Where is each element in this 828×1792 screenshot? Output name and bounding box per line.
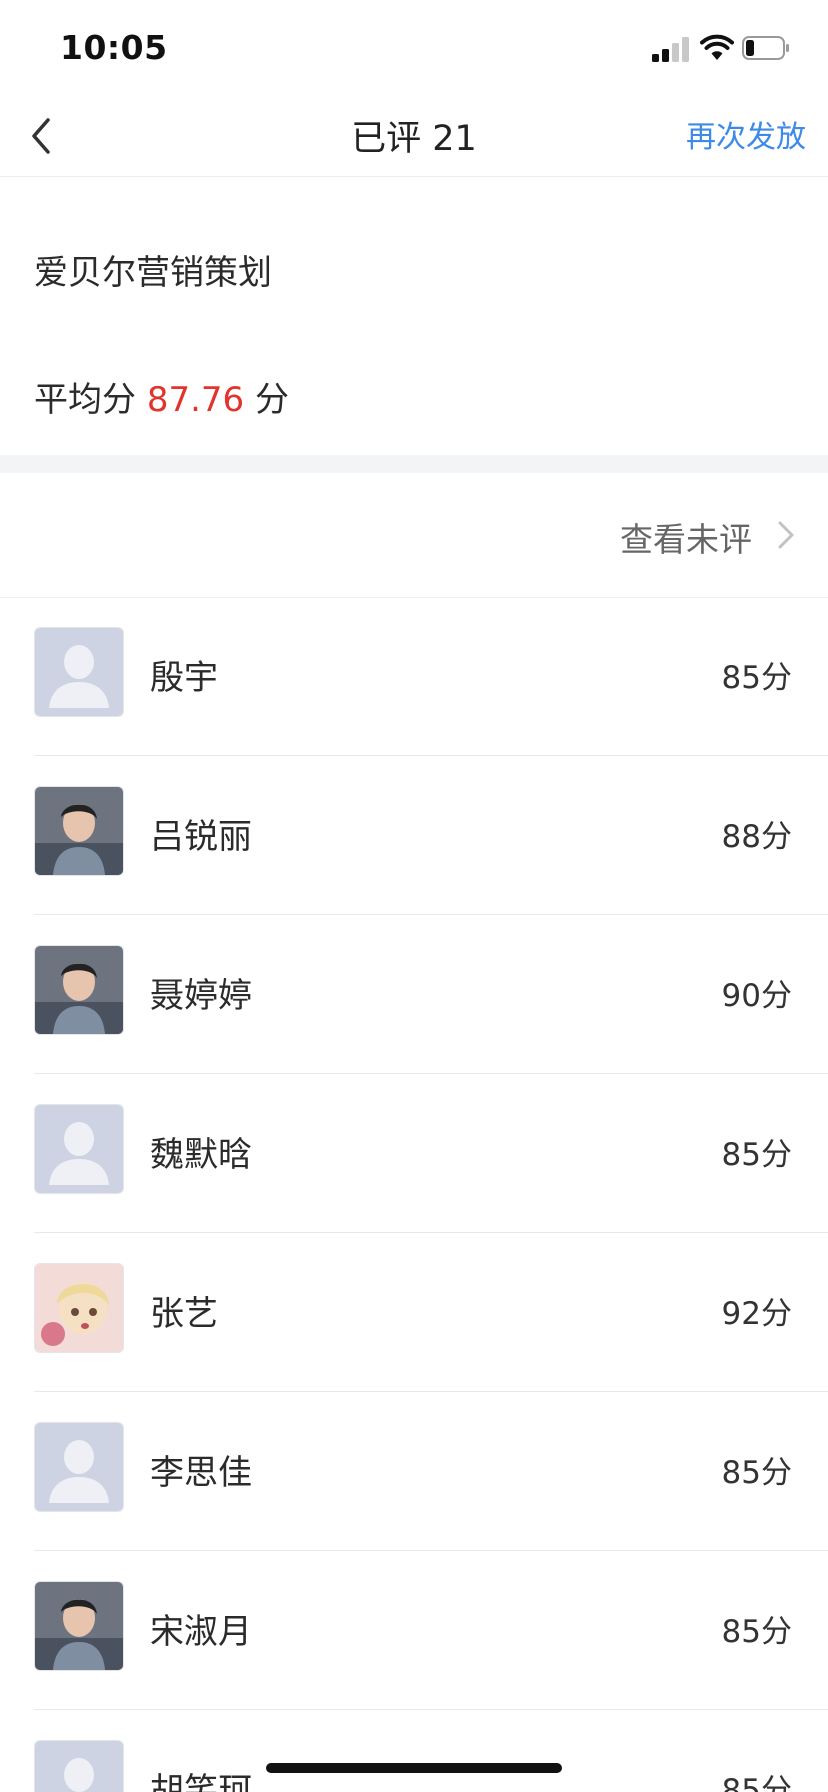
student-score: 85分 [721, 1773, 792, 1792]
student-name: 聂婷婷 [150, 976, 252, 1016]
rating-row[interactable]: 吕锐丽 88分 [0, 756, 828, 915]
student-score: 92分 [721, 1296, 792, 1332]
rating-row[interactable]: 魏默晗 85分 [0, 1074, 828, 1233]
student-score: 85分 [721, 660, 792, 696]
nav-bar: 已评 21 再次发放 [0, 96, 828, 177]
rating-row-content: 聂婷婷 90分 [34, 915, 828, 1074]
rating-row-content: 宋淑月 85分 [34, 1551, 828, 1710]
battery-icon [742, 36, 789, 60]
student-name: 胡笑珂 [150, 1771, 252, 1792]
student-name: 吕锐丽 [150, 817, 252, 857]
rating-row[interactable]: 张艺 92分 [0, 1233, 828, 1392]
rating-row[interactable]: 聂婷婷 90分 [0, 915, 828, 1074]
chevron-right-icon [778, 521, 794, 549]
student-score: 85分 [721, 1614, 792, 1650]
view-unrated-label: 查看未评 [620, 520, 752, 559]
rating-row-content: 李思佳 85分 [34, 1392, 828, 1551]
student-name: 宋淑月 [150, 1612, 252, 1652]
rating-row-content: 吕锐丽 88分 [34, 756, 828, 915]
view-unrated-button[interactable]: 查看未评 [0, 473, 828, 598]
reissue-button[interactable]: 再次发放 [686, 112, 806, 156]
avatar [34, 627, 124, 717]
screen: 10:05 已评 21 再次发放 爱贝尔营销策划 平均分 87.76 分 查看未… [0, 0, 828, 1792]
avatar [34, 1263, 124, 1353]
rating-row-content: 胡笑珂 85分 [34, 1710, 828, 1792]
student-name: 魏默晗 [150, 1135, 252, 1175]
student-score: 90分 [721, 978, 792, 1014]
avatar [34, 945, 124, 1035]
rating-row-content: 魏默晗 85分 [34, 1074, 828, 1233]
summary-section: 爱贝尔营销策划 平均分 87.76 分 [0, 177, 828, 455]
student-name: 殷宇 [150, 658, 218, 698]
rating-row-content: 张艺 92分 [34, 1233, 828, 1392]
home-indicator [266, 1763, 562, 1773]
average-score: 平均分 87.76 分 [34, 372, 289, 421]
rating-row-content: 殷宇 85分 [34, 597, 828, 756]
average-score-unit: 分 [254, 380, 289, 420]
section-divider [0, 455, 828, 473]
cellular-signal-icon [652, 36, 690, 62]
student-score: 85分 [721, 1455, 792, 1491]
student-score: 85分 [721, 1137, 792, 1173]
rating-list: 殷宇 85分 吕锐丽 88分 聂婷婷 90分 魏默晗 85分 张艺 92分 李思佳 85分 宋淑月 85分… [0, 597, 828, 1792]
average-score-label: 平均分 [34, 380, 136, 420]
student-name: 张艺 [150, 1294, 218, 1334]
avatar [34, 1581, 124, 1671]
status-time: 10:05 [60, 28, 168, 67]
avatar [34, 1422, 124, 1512]
rating-row[interactable]: 宋淑月 85分 [0, 1551, 828, 1710]
rating-row[interactable]: 胡笑珂 85分 [0, 1710, 828, 1792]
task-name: 爱贝尔营销策划 [34, 253, 272, 293]
wifi-icon [700, 34, 734, 60]
avatar [34, 1104, 124, 1194]
student-name: 李思佳 [150, 1453, 252, 1493]
rating-row[interactable]: 李思佳 85分 [0, 1392, 828, 1551]
average-score-value: 87.76 [146, 380, 245, 420]
rating-row[interactable]: 殷宇 85分 [0, 597, 828, 756]
avatar [34, 1740, 124, 1792]
student-score: 88分 [721, 819, 792, 855]
avatar [34, 786, 124, 876]
status-bar: 10:05 [0, 0, 828, 96]
